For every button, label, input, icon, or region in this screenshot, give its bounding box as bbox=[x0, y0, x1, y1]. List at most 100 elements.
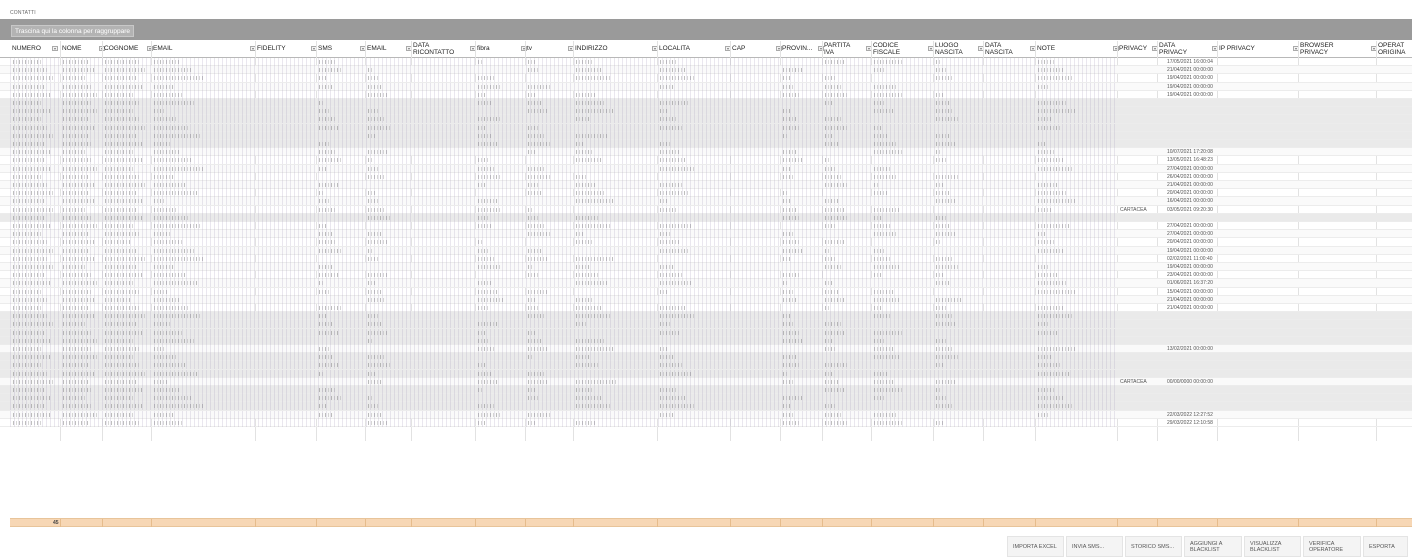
table-row[interactable] bbox=[0, 131, 1412, 140]
table-row[interactable]: 01/06/2021 16:37:20 bbox=[0, 279, 1412, 288]
table-row[interactable]: CARTACEA 00/00/0000 00:00:00 bbox=[0, 377, 1412, 386]
table-row[interactable]: 19/04/2021 00:00:00 bbox=[0, 74, 1412, 83]
table-row[interactable] bbox=[0, 312, 1412, 321]
table-row[interactable]: 19/04/2021 00:00:00 bbox=[0, 90, 1412, 99]
table-row[interactable]: 02/02/2021 11:00:40 bbox=[0, 254, 1412, 263]
row-texture bbox=[10, 230, 1115, 239]
column-header-fidelity[interactable]: FIDELITY bbox=[255, 41, 316, 58]
group-by-panel[interactable] bbox=[0, 19, 1412, 40]
table-row[interactable]: 27/04/2021 00:00:00 bbox=[0, 230, 1412, 239]
column-header-privacy[interactable]: PRIVACY bbox=[1117, 41, 1157, 58]
data-privacy-cell: 21/04/2021 00:00:00 bbox=[1167, 305, 1213, 311]
table-row[interactable] bbox=[0, 336, 1412, 345]
table-row[interactable]: 21/04/2021 00:00:00 bbox=[0, 66, 1412, 75]
aggiungi-blacklist-button[interactable]: AGGIUNGI A BLACKLIST bbox=[1184, 536, 1242, 557]
column-header-nome[interactable]: NOME bbox=[60, 41, 102, 58]
contacts-grid[interactable]: 17/05/2021 16:00:04 21/04/2021 00:00:00 19… bbox=[0, 58, 1412, 440]
table-row[interactable]: 13/05/2021 16:48:23 bbox=[0, 156, 1412, 165]
table-row[interactable]: 29/03/2022 12:10:58 bbox=[0, 418, 1412, 427]
table-row[interactable]: 19/04/2021 00:00:00 bbox=[0, 263, 1412, 272]
table-row[interactable] bbox=[0, 320, 1412, 329]
grid-header: NUMERO NOME COGNOME EMAIL FIDELITY SMS EMAIL DA… bbox=[0, 41, 1412, 58]
column-header-label: tv bbox=[527, 45, 533, 52]
table-row[interactable]: 23/04/2021 00:00:00 bbox=[0, 271, 1412, 280]
filter-dropdown-icon[interactable] bbox=[52, 46, 58, 51]
column-header-provincia[interactable]: PROVIN... bbox=[780, 41, 822, 58]
table-row[interactable] bbox=[0, 107, 1412, 116]
column-header-sms[interactable]: SMS bbox=[316, 41, 365, 58]
table-row[interactable] bbox=[0, 394, 1412, 403]
column-header-localita[interactable]: LOCALITA bbox=[657, 41, 730, 58]
column-header-ip-privacy[interactable]: IP PRIVACY bbox=[1217, 41, 1298, 58]
table-row[interactable]: 22/03/2022 12:27:52 bbox=[0, 410, 1412, 419]
row-texture bbox=[10, 279, 1115, 288]
table-row[interactable] bbox=[0, 213, 1412, 222]
table-row[interactable]: 15/04/2021 00:00:00 bbox=[0, 287, 1412, 296]
table-row[interactable]: CARTACEA 03/05/2021 09:20:30 bbox=[0, 205, 1412, 214]
data-privacy-cell: 03/05/2021 09:20:30 bbox=[1167, 206, 1213, 213]
table-row[interactable]: 21/04/2021 00:00:00 bbox=[0, 181, 1412, 190]
visualizza-blacklist-button[interactable]: VISUALIZZA BLACKLIST bbox=[1244, 536, 1301, 557]
column-header-label: EMAIL bbox=[153, 45, 173, 52]
table-row[interactable] bbox=[0, 123, 1412, 132]
column-header-tv[interactable]: tv bbox=[525, 41, 573, 58]
row-texture bbox=[10, 213, 1115, 222]
row-texture bbox=[10, 123, 1115, 132]
column-header-note[interactable]: NOTE bbox=[1035, 41, 1117, 58]
table-row[interactable] bbox=[0, 99, 1412, 108]
summary-divider bbox=[60, 519, 61, 527]
table-row[interactable] bbox=[0, 115, 1412, 124]
summary-divider bbox=[822, 519, 823, 527]
table-row[interactable] bbox=[0, 402, 1412, 411]
storico-sms-button[interactable]: STORICO SMS... bbox=[1125, 536, 1182, 557]
column-header-codice-fiscale[interactable]: CODICE FISCALE bbox=[871, 41, 933, 58]
data-privacy-cell: 16/04/2021 00:00:00 bbox=[1167, 198, 1213, 205]
column-header-cognome[interactable]: COGNOME bbox=[102, 41, 151, 58]
table-row[interactable]: 13/02/2021 00:00:00 bbox=[0, 345, 1412, 354]
table-row[interactable]: 10/07/2021 17:20:08 bbox=[0, 148, 1412, 157]
column-header-luogo-nascita[interactable]: LUOGO NASCITA bbox=[933, 41, 983, 58]
table-row[interactable] bbox=[0, 328, 1412, 337]
table-row[interactable]: 20/04/2021 00:00:00 bbox=[0, 189, 1412, 198]
table-row[interactable]: 27/04/2021 00:00:00 bbox=[0, 164, 1412, 173]
table-row[interactable] bbox=[0, 386, 1412, 395]
column-header-email2[interactable]: EMAIL bbox=[365, 41, 411, 58]
row-texture bbox=[10, 148, 1115, 157]
column-header-email[interactable]: EMAIL bbox=[151, 41, 255, 58]
table-row[interactable]: 27/04/2021 00:00:00 bbox=[0, 222, 1412, 231]
importa-excel-button[interactable]: IMPORTA EXCEL bbox=[1007, 536, 1064, 557]
column-header-fibra[interactable]: fibra bbox=[475, 41, 525, 58]
table-row[interactable]: 26/04/2021 00:00:00 bbox=[0, 172, 1412, 181]
table-row[interactable]: 17/05/2021 16:00:04 bbox=[0, 58, 1412, 67]
table-row[interactable] bbox=[0, 140, 1412, 149]
row-texture bbox=[10, 66, 1115, 75]
table-row[interactable]: 21/04/2021 00:00:00 bbox=[0, 295, 1412, 304]
column-header-data-privacy[interactable]: DATA PRIVACY bbox=[1157, 41, 1217, 58]
column-header-indirizzo[interactable]: INDIRIZZO bbox=[573, 41, 657, 58]
column-header-partita-iva[interactable]: PARTITA IVA bbox=[822, 41, 871, 58]
row-texture bbox=[10, 164, 1115, 173]
data-privacy-cell: 15/04/2021 00:00:00 bbox=[1167, 288, 1213, 295]
table-row[interactable] bbox=[0, 353, 1412, 362]
table-row[interactable] bbox=[0, 361, 1412, 370]
column-header-operatore-originale[interactable]: OPERAT ORIGINA bbox=[1376, 41, 1412, 58]
column-header-label: SMS bbox=[318, 45, 333, 52]
table-row[interactable]: 16/04/2021 00:00:00 bbox=[0, 197, 1412, 206]
summary-divider bbox=[151, 519, 152, 527]
table-row[interactable] bbox=[0, 369, 1412, 378]
data-privacy-cell: 13/02/2021 00:00:00 bbox=[1167, 346, 1213, 352]
column-header-browser-privacy[interactable]: BROWSER PRIVACY bbox=[1298, 41, 1376, 58]
table-row[interactable]: 21/04/2021 00:00:00 bbox=[0, 304, 1412, 313]
row-texture bbox=[10, 328, 1115, 337]
column-header-data-ricontatto[interactable]: DATA RICONTATTO bbox=[411, 41, 475, 58]
esporta-button[interactable]: ESPORTA bbox=[1363, 536, 1408, 557]
verifica-operatore-button[interactable]: VERIFICA OPERATORE bbox=[1303, 536, 1361, 557]
data-privacy-cell: 13/05/2021 16:48:23 bbox=[1167, 157, 1213, 164]
action-toolbar: IMPORTA EXCEL INVIA SMS... STORICO SMS... A… bbox=[0, 536, 1412, 558]
invia-sms-button[interactable]: INVIA SMS... bbox=[1066, 536, 1123, 557]
table-row[interactable]: 19/04/2021 00:00:00 bbox=[0, 246, 1412, 255]
table-row[interactable]: 20/04/2021 00:00:00 bbox=[0, 238, 1412, 247]
column-header-data-nascita[interactable]: DATA NASCITA bbox=[983, 41, 1035, 58]
column-header-cap[interactable]: CAP bbox=[730, 41, 780, 58]
table-row[interactable]: 19/04/2021 00:00:00 bbox=[0, 82, 1412, 91]
